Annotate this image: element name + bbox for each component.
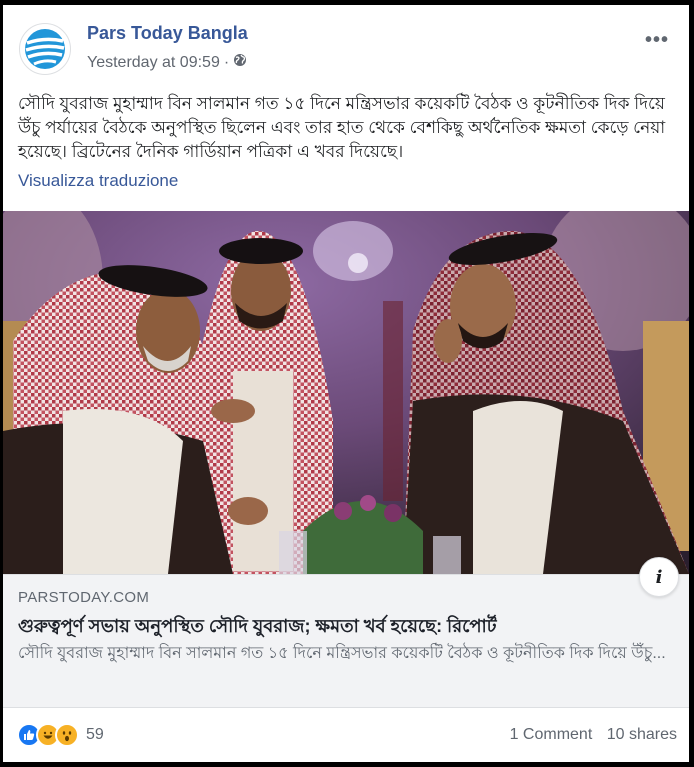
engagement-counts: 1 Comment 10 shares: [500, 726, 677, 744]
timestamp-separator: ·: [223, 53, 230, 71]
link-preview-image[interactable]: [3, 211, 689, 574]
wow-icon: [55, 723, 79, 747]
link-title[interactable]: গুরুত্বপূর্ণ সভায় অনুপস্থিত সৌদি যুবরাজ…: [18, 612, 677, 643]
link-description: সৌদি যুবরাজ মুহাম্মাদ বিন সালমান গত ১৫ দ…: [18, 645, 666, 662]
link-domain: PARSTODAY.COM: [18, 589, 150, 606]
reactions-summary[interactable]: 59: [17, 723, 104, 747]
post-timestamp[interactable]: Yesterday at 09:59: [87, 54, 220, 72]
pars-today-logo: [25, 29, 65, 69]
info-icon[interactable]: i: [639, 557, 679, 597]
more-options-icon[interactable]: •••: [645, 29, 669, 52]
link-preview-box[interactable]: i PARSTODAY.COM গুরুত্বপূর্ণ সভায় অনুপস…: [3, 557, 689, 708]
see-translation-link[interactable]: Visualizza traduzione: [18, 171, 178, 191]
page-name-link[interactable]: Pars Today Bangla: [87, 23, 248, 44]
shares-count-link[interactable]: 10 shares: [607, 726, 677, 743]
post-footer: 59 1 Comment 10 shares: [15, 719, 677, 749]
comments-count-link[interactable]: 1 Comment: [510, 726, 593, 743]
reaction-count: 59: [86, 726, 104, 743]
post-timestamp-row: Yesterday at 09:59 ·: [87, 53, 247, 72]
post-card: Pars Today Bangla Yesterday at 09:59 · •…: [3, 5, 689, 762]
globe-icon: [233, 53, 247, 72]
post-header: Pars Today Bangla Yesterday at 09:59 · •…: [15, 19, 677, 75]
post-text: সৌদি যুবরাজ মুহাম্মাদ বিন সালমান গত ১৫ দ…: [18, 94, 666, 161]
page-avatar[interactable]: [19, 23, 71, 75]
